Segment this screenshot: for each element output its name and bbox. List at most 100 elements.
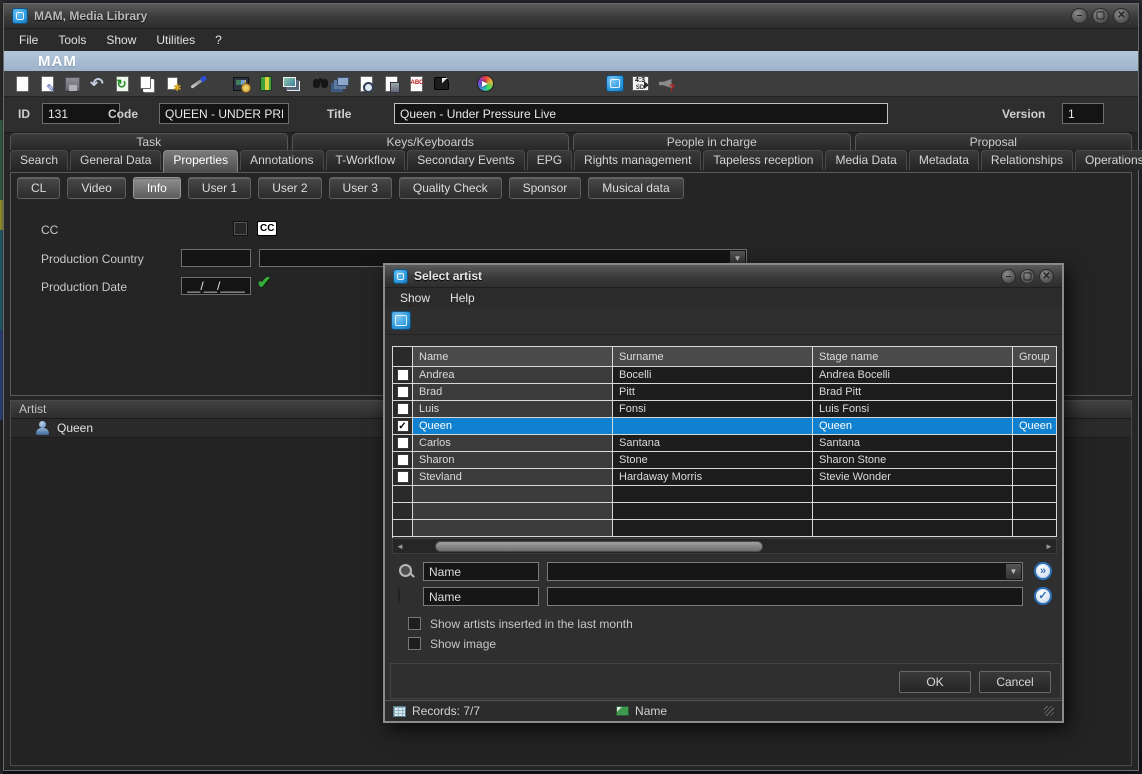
cell-group[interactable] [1013, 469, 1057, 486]
row-checkbox[interactable] [397, 369, 409, 381]
cell-group[interactable] [1013, 435, 1057, 452]
show-image-checkbox[interactable] [408, 637, 421, 650]
cell-stage-name[interactable]: Brad Pitt [813, 384, 1013, 401]
dialog-menu-item[interactable]: Show [391, 289, 439, 307]
cell-group[interactable] [1013, 384, 1057, 401]
code-field[interactable] [159, 103, 289, 124]
tab[interactable]: Rights management [574, 150, 701, 170]
dialog-close-button[interactable]: ✕ [1039, 269, 1054, 284]
tab[interactable]: Properties [163, 150, 238, 172]
menu-item[interactable]: Tools [49, 31, 95, 49]
edit-record-icon[interactable] [37, 74, 57, 94]
production-date-field[interactable] [181, 277, 251, 295]
cell-stage-name[interactable]: Santana [813, 435, 1013, 452]
dialog-minimize-button[interactable]: – [1001, 269, 1016, 284]
table-row[interactable] [393, 486, 1057, 503]
tab[interactable]: Search [10, 150, 68, 170]
row-checkbox-cell[interactable] [393, 486, 413, 503]
menu-item[interactable]: Show [97, 31, 145, 49]
cell-stage-name[interactable]: Andrea Bocelli [813, 367, 1013, 384]
cell-name[interactable] [413, 503, 613, 520]
minimize-button[interactable]: – [1071, 8, 1088, 24]
cell-name[interactable]: Brad [413, 384, 613, 401]
cell-name[interactable]: Luis [413, 401, 613, 418]
cell-name[interactable]: Carlos [413, 435, 613, 452]
print-preview-icon[interactable] [356, 74, 376, 94]
menu-item[interactable]: Utilities [147, 31, 204, 49]
mask-icon[interactable] [431, 74, 451, 94]
cell-group[interactable] [1013, 401, 1057, 418]
scrollbar-thumb[interactable] [435, 541, 763, 552]
sub-tab[interactable]: Info [133, 177, 181, 199]
row-checkbox-cell[interactable] [393, 520, 413, 537]
cell-surname[interactable] [613, 418, 813, 435]
filter-text-input[interactable] [547, 587, 1023, 606]
cell-surname[interactable]: Fonsi [613, 401, 813, 418]
binoculars-search-icon[interactable] [306, 74, 326, 94]
row-checkbox[interactable] [397, 471, 409, 483]
cell-name[interactable] [413, 520, 613, 537]
tab[interactable]: Operations [1075, 150, 1142, 170]
column-header-surname[interactable]: Surname [613, 346, 813, 367]
tab[interactable]: Tapeless reception [703, 150, 823, 170]
column-header-stage-name[interactable]: Stage name [813, 346, 1013, 367]
title-field[interactable] [394, 103, 888, 124]
table-row[interactable]: Brad Pitt Brad Pitt [393, 384, 1057, 401]
dialog-menu-item[interactable]: Help [441, 289, 484, 307]
cell-group[interactable] [1013, 486, 1057, 503]
cell-stage-name[interactable]: Stevie Wonder [813, 469, 1013, 486]
cell-group[interactable] [1013, 503, 1057, 520]
scroll-right-arrow[interactable]: ► [1043, 541, 1055, 552]
production-country-code-field[interactable] [181, 249, 251, 267]
cell-stage-name[interactable]: Sharon Stone [813, 452, 1013, 469]
scroll-left-arrow[interactable]: ◄ [394, 541, 406, 552]
aspect-ratio-icon[interactable]: 4:3SD [630, 74, 650, 94]
cell-group[interactable] [1013, 520, 1057, 537]
row-checkbox[interactable] [397, 386, 409, 398]
cell-group[interactable] [1013, 367, 1057, 384]
table-row[interactable]: Queen Queen Queen [393, 418, 1057, 435]
images-icon[interactable] [281, 74, 301, 94]
cell-surname[interactable]: Hardaway Morris [613, 469, 813, 486]
tab[interactable]: T-Workflow [326, 150, 406, 170]
tab[interactable]: EPG [527, 150, 572, 170]
dialog-titlebar[interactable]: Select artist – ▢ ✕ [385, 265, 1062, 288]
artist-manager-icon[interactable] [391, 311, 411, 330]
chevron-down-icon[interactable]: ▼ [1006, 564, 1021, 579]
sub-tab[interactable]: Video [67, 177, 125, 199]
table-row[interactable]: Carlos Santana Santana [393, 435, 1057, 452]
maximize-button[interactable]: ▢ [1092, 8, 1109, 24]
layers-icon[interactable] [331, 74, 351, 94]
cell-name[interactable]: Andrea [413, 367, 613, 384]
spellcheck-icon[interactable]: ABC [406, 74, 426, 94]
filter-value-combobox[interactable]: ▼ [547, 562, 1023, 581]
horizontal-scrollbar[interactable]: ◄ ► [392, 538, 1057, 554]
cell-stage-name[interactable] [813, 486, 1013, 503]
date-valid-check-icon[interactable]: ✔ [257, 273, 271, 293]
monitor-blue-icon[interactable] [605, 74, 625, 94]
copy-icon[interactable] [137, 74, 157, 94]
row-checkbox-cell[interactable] [393, 469, 413, 486]
tab[interactable]: General Data [70, 150, 161, 170]
apply-filter-button[interactable]: ✓ [1034, 587, 1052, 605]
cell-name[interactable]: Stevland [413, 469, 613, 486]
sub-tab[interactable]: Quality Check [399, 177, 502, 199]
column-header-name[interactable]: Name [413, 346, 613, 367]
ok-button[interactable]: OK [899, 671, 971, 693]
table-row[interactable] [393, 520, 1057, 537]
column-header-group[interactable]: Group [1013, 346, 1057, 367]
row-checkbox[interactable] [397, 454, 409, 466]
tab-group[interactable]: People in charge [573, 133, 851, 150]
media-sphere-icon[interactable] [475, 74, 495, 94]
tab[interactable]: Secondary Events [407, 150, 524, 170]
new-document-icon[interactable] [12, 74, 32, 94]
cell-group[interactable] [1013, 452, 1057, 469]
row-checkbox[interactable] [397, 420, 409, 432]
close-button[interactable]: ✕ [1113, 8, 1130, 24]
report-icon[interactable] [381, 74, 401, 94]
show-recent-artists-checkbox[interactable] [408, 617, 421, 630]
sub-tab[interactable]: CL [17, 177, 60, 199]
row-checkbox-cell[interactable] [393, 503, 413, 520]
resize-grip[interactable] [1044, 706, 1054, 716]
cell-surname[interactable] [613, 520, 813, 537]
